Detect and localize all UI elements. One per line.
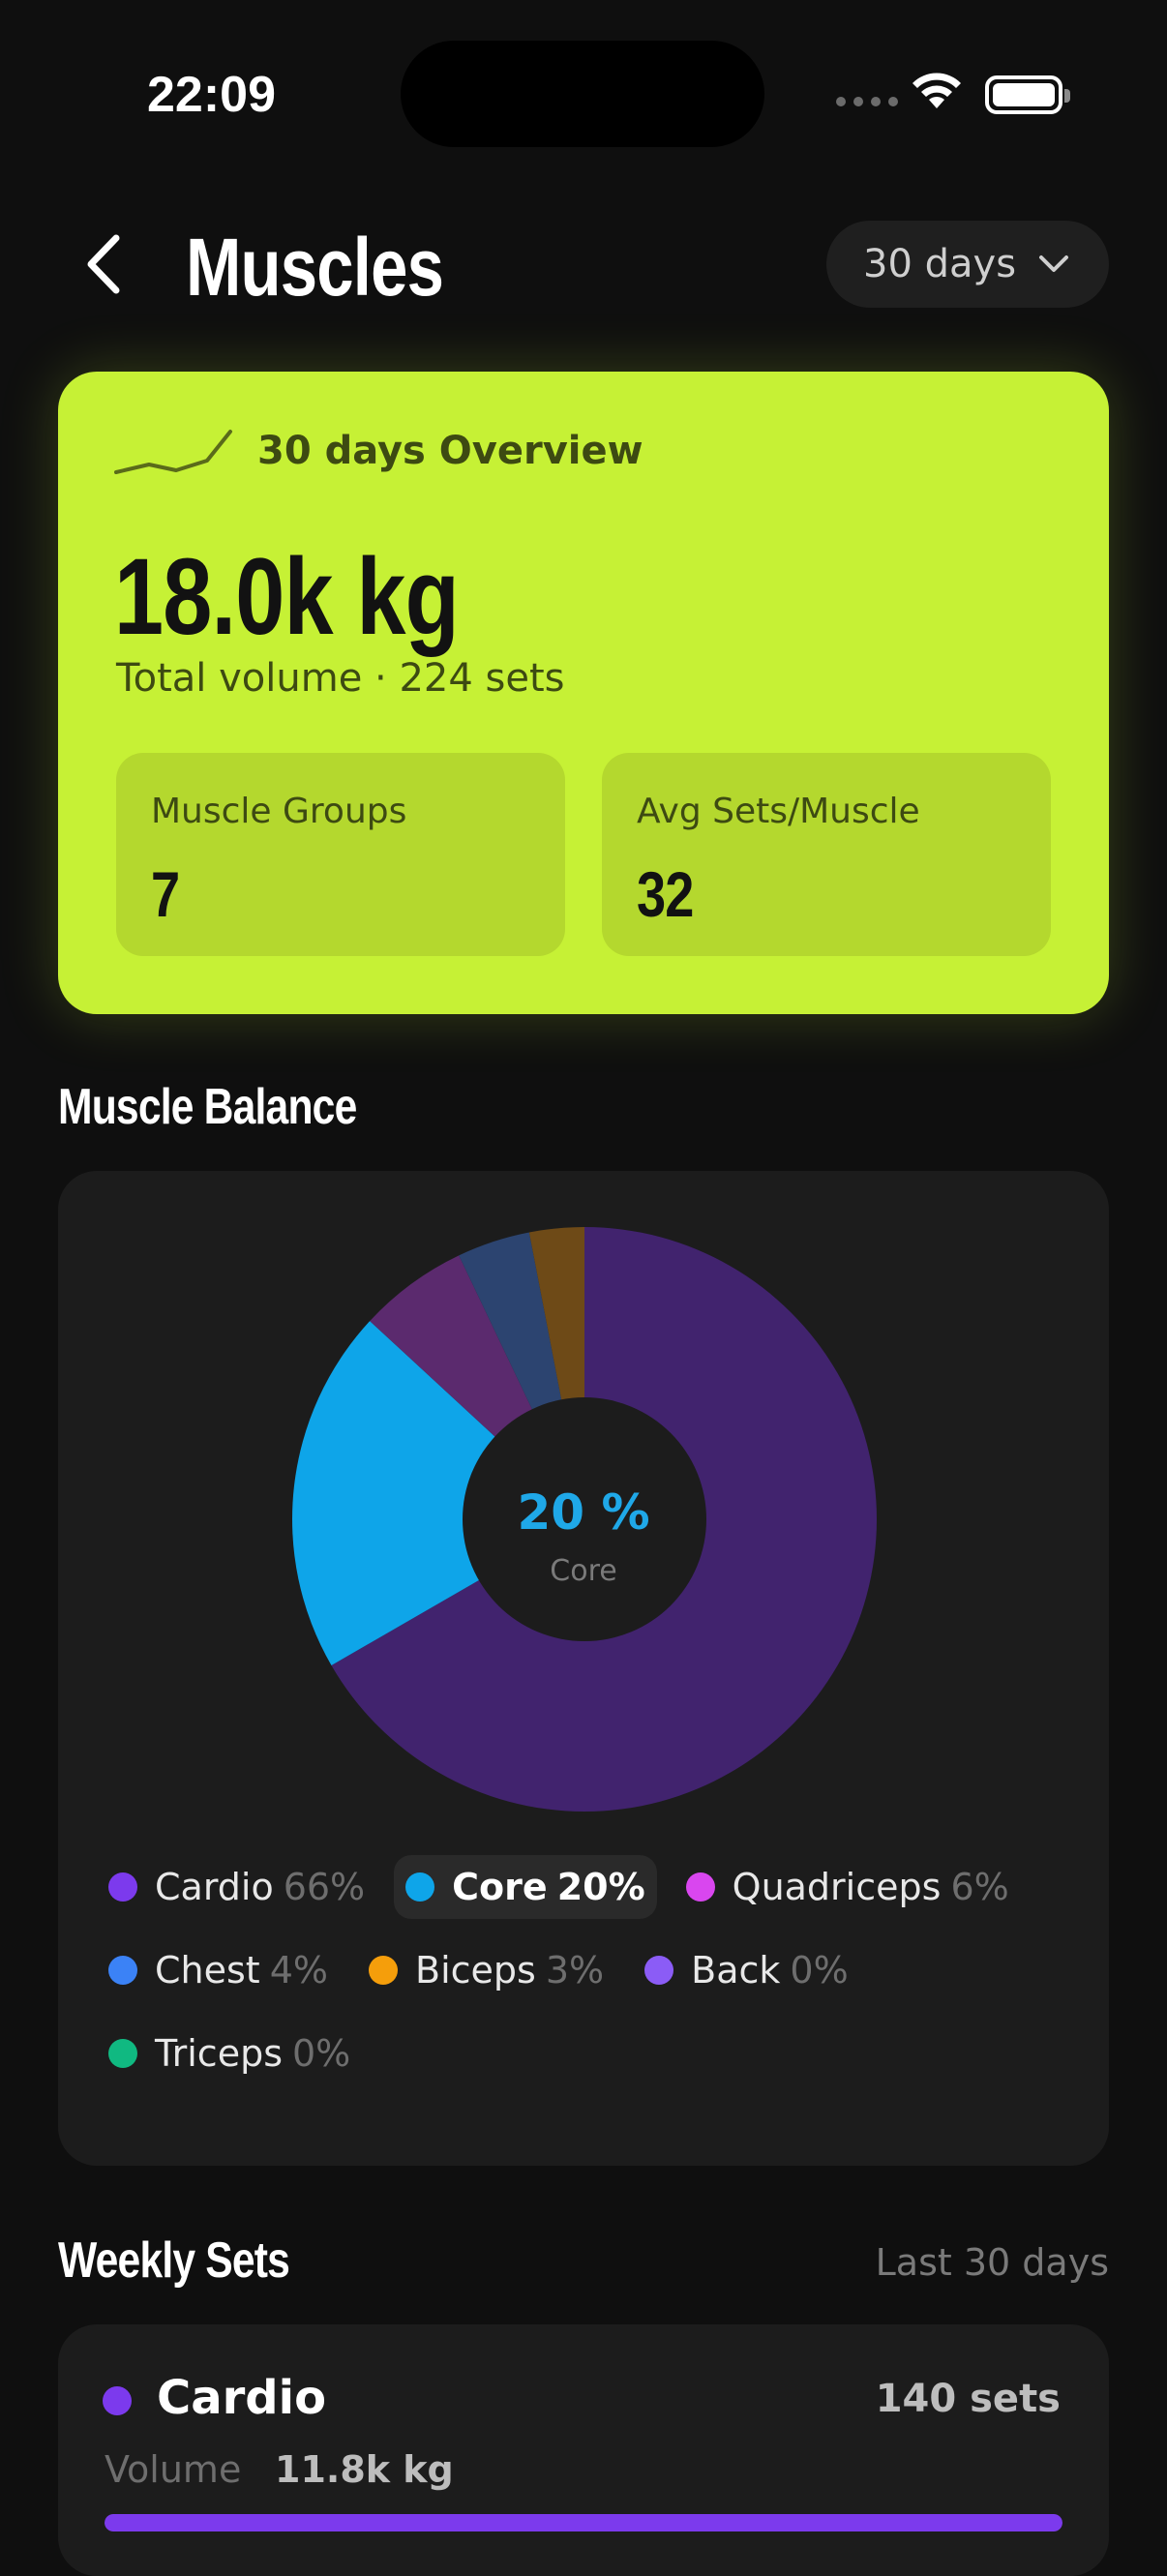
chart-center-value: 20 % — [517, 1484, 650, 1541]
battery-icon — [985, 75, 1070, 114]
legend-percent: 0% — [790, 1949, 849, 1992]
legend-dot — [644, 1956, 674, 1985]
legend-dot — [108, 1956, 137, 1985]
stat-muscle-groups: Muscle Groups 7 — [116, 753, 565, 956]
volume-label: Volume — [105, 2448, 242, 2491]
volume-value: 11.8k kg — [275, 2448, 454, 2491]
muscle-dot — [103, 2386, 132, 2415]
legend-percent: 66% — [283, 1866, 366, 1908]
legend-dot — [369, 1956, 398, 1985]
stat-label: Muscle Groups — [151, 792, 407, 831]
legend-name: Cardio — [155, 1866, 274, 1908]
dynamic-island — [401, 41, 764, 147]
stat-value: 32 — [637, 858, 694, 930]
legend-percent: 4% — [269, 1949, 328, 1992]
chart-legend: Cardio 66% Core 20% Quadriceps 6% Chest … — [97, 1848, 1074, 2098]
muscle-name: Cardio — [157, 2371, 327, 2425]
muscle-sets: 140 sets — [875, 2377, 1061, 2421]
legend-dot — [108, 2039, 137, 2068]
signal-icon — [836, 97, 898, 106]
legend-item-quadriceps[interactable]: Quadriceps 6% — [674, 1855, 1021, 1919]
legend-dot — [108, 1872, 137, 1902]
wifi-icon — [913, 73, 961, 108]
range-dropdown[interactable]: 30 days — [826, 221, 1109, 308]
back-icon[interactable] — [77, 230, 135, 298]
chart-center-label: Core — [550, 1554, 617, 1588]
legend-dot — [685, 1872, 715, 1902]
legend-name: Core — [452, 1866, 548, 1908]
weekly-sets-item-cardio[interactable]: Cardio 140 sets Volume 11.8k kg — [58, 2324, 1109, 2576]
chevron-down-icon — [1039, 255, 1069, 272]
sets-progress-bar — [105, 2514, 1062, 2531]
total-volume: 18.0k kg — [114, 536, 460, 657]
sets-progress-fill — [105, 2514, 1062, 2531]
legend-name: Quadriceps — [732, 1866, 942, 1908]
legend-percent: 20% — [556, 1866, 645, 1908]
range-dropdown-label: 30 days — [863, 242, 1017, 286]
legend-item-back[interactable]: Back 0% — [633, 1938, 860, 2002]
overview-subtitle: Total volume · 224 sets — [116, 656, 565, 701]
status-bar: 22:09 — [0, 0, 1167, 184]
legend-percent: 0% — [292, 2032, 351, 2075]
muscle-balance-title: Muscle Balance — [58, 1079, 357, 1135]
stat-label: Avg Sets/Muscle — [637, 792, 920, 831]
stat-value: 7 — [151, 858, 180, 930]
overview-heading: 30 days Overview — [114, 426, 643, 476]
legend-item-core[interactable]: Core 20% — [394, 1855, 657, 1919]
legend-item-triceps[interactable]: Triceps 0% — [97, 2022, 362, 2085]
status-time: 22:09 — [147, 67, 276, 123]
page-title: Muscles — [186, 222, 444, 313]
legend-item-biceps[interactable]: Biceps 3% — [357, 1938, 615, 2002]
legend-item-cardio[interactable]: Cardio 66% — [97, 1855, 376, 1919]
legend-name: Triceps — [155, 2032, 283, 2075]
legend-item-chest[interactable]: Chest 4% — [97, 1938, 340, 2002]
legend-name: Chest — [155, 1949, 260, 1992]
legend-percent: 3% — [545, 1949, 605, 1992]
stat-avg-sets: Avg Sets/Muscle 32 — [602, 753, 1051, 956]
legend-name: Biceps — [415, 1949, 536, 1992]
weekly-sets-range: Last 30 days — [875, 2241, 1109, 2284]
overview-heading-label: 30 days Overview — [257, 429, 643, 473]
weekly-sets-title: Weekly Sets — [58, 2232, 290, 2289]
legend-percent: 6% — [950, 1866, 1009, 1908]
overview-card: 30 days Overview 18.0k kg Total volume ·… — [58, 372, 1109, 1014]
legend-dot — [405, 1872, 435, 1902]
muscle-balance-card: 20 % Core Cardio 66% Core 20% Quadriceps… — [58, 1171, 1109, 2166]
trend-icon — [114, 430, 232, 474]
legend-name: Back — [691, 1949, 781, 1992]
